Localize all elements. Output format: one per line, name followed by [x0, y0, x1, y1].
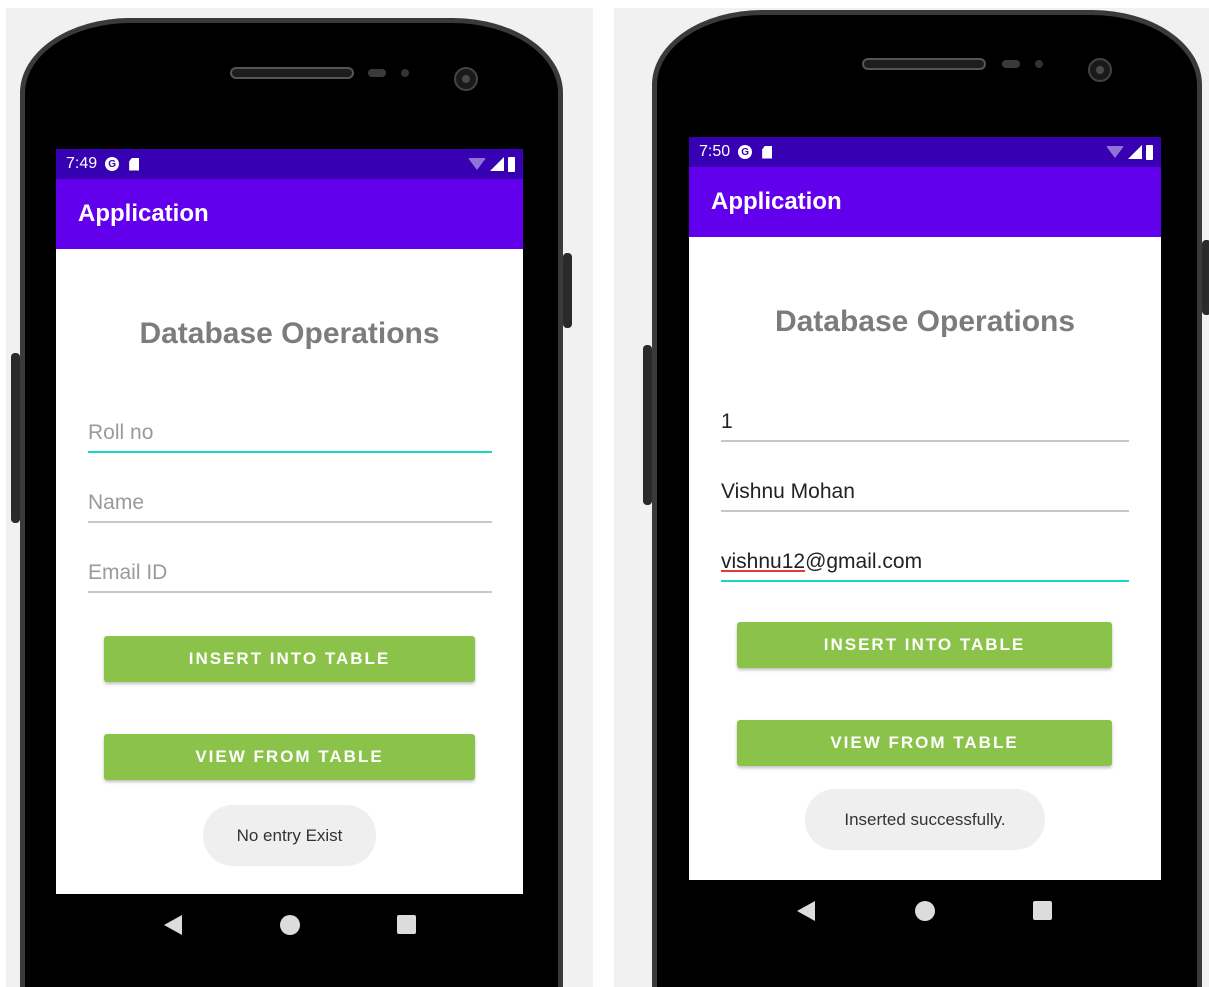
- light-sensor: [401, 69, 409, 77]
- email-placeholder: Email ID: [88, 561, 168, 584]
- roll-no-value: 1: [721, 410, 733, 433]
- cell-signal-icon: [1128, 145, 1142, 159]
- power-button: [1202, 240, 1209, 315]
- name-input[interactable]: Name: [88, 483, 492, 523]
- home-icon[interactable]: [915, 901, 935, 921]
- recents-icon[interactable]: [1033, 901, 1052, 920]
- page-title: Database Operations: [774, 305, 1076, 338]
- phone-frame: 7:49 G Application Database Operations R…: [11, 18, 572, 987]
- status-time: 7:49: [66, 155, 98, 172]
- home-icon[interactable]: [280, 915, 300, 935]
- name-input[interactable]: Vishnu Mohan: [721, 472, 1129, 512]
- view-button[interactable]: VIEW FROM TABLE: [104, 734, 475, 780]
- front-camera: [1088, 58, 1112, 82]
- data-saver-icon: G: [105, 157, 120, 171]
- data-saver-icon: G: [738, 145, 753, 159]
- sd-card-icon: [129, 157, 140, 171]
- name-value: Vishnu Mohan: [721, 480, 855, 503]
- nav-bar: [56, 894, 523, 956]
- back-icon[interactable]: [797, 901, 815, 921]
- proximity-sensor: [368, 69, 386, 77]
- insert-button[interactable]: INSERT INTO TABLE: [737, 622, 1112, 668]
- power-button: [563, 253, 572, 328]
- app-title: Application: [711, 188, 842, 215]
- nav-bar: [689, 880, 1161, 942]
- email-value-domain: @gmail.com: [805, 550, 923, 573]
- app-bar: Application: [689, 167, 1161, 237]
- name-placeholder: Name: [88, 491, 145, 514]
- sd-card-icon: [762, 145, 773, 159]
- volume-button: [643, 345, 652, 505]
- roll-no-input[interactable]: Roll no: [88, 413, 492, 453]
- email-value-misspelled: vishnu12: [721, 550, 806, 573]
- cell-signal-icon: [490, 157, 504, 171]
- phone-frame: 7:50 G Application Database Operations 1: [643, 10, 1209, 987]
- battery-icon: [1146, 144, 1153, 160]
- battery-icon: [508, 156, 515, 172]
- back-icon[interactable]: [164, 915, 182, 935]
- recents-icon[interactable]: [397, 915, 416, 934]
- app-bar: Application: [56, 179, 523, 249]
- roll-no-input[interactable]: 1: [721, 402, 1129, 442]
- front-camera: [454, 67, 478, 91]
- app-title: Application: [78, 200, 209, 227]
- toast-message: Inserted successfully.: [805, 789, 1045, 850]
- email-input[interactable]: Email ID: [88, 553, 492, 593]
- earpiece-speaker: [862, 58, 986, 70]
- screenshot-right: 7:50 G Application Database Operations 1: [614, 8, 1209, 987]
- app-screen: 7:49 G Application Database Operations R…: [56, 149, 523, 894]
- wifi-icon: [1106, 146, 1124, 158]
- toast-message: No entry Exist: [203, 805, 376, 866]
- proximity-sensor: [1002, 60, 1020, 68]
- app-screen: 7:50 G Application Database Operations 1: [689, 137, 1161, 880]
- roll-no-placeholder: Roll no: [88, 421, 154, 444]
- status-bar: 7:49 G: [56, 149, 523, 179]
- light-sensor: [1035, 60, 1043, 68]
- status-time: 7:50: [699, 143, 731, 160]
- email-input[interactable]: vishnu12@gmail.com: [721, 542, 1129, 582]
- status-bar: 7:50 G: [689, 137, 1161, 167]
- screenshot-left: 7:49 G Application Database Operations R…: [6, 8, 593, 987]
- page-title: Database Operations: [139, 317, 440, 350]
- insert-button[interactable]: INSERT INTO TABLE: [104, 636, 475, 682]
- view-button[interactable]: VIEW FROM TABLE: [737, 720, 1112, 766]
- volume-button: [11, 353, 20, 523]
- wifi-icon: [468, 158, 486, 170]
- earpiece-speaker: [230, 67, 354, 79]
